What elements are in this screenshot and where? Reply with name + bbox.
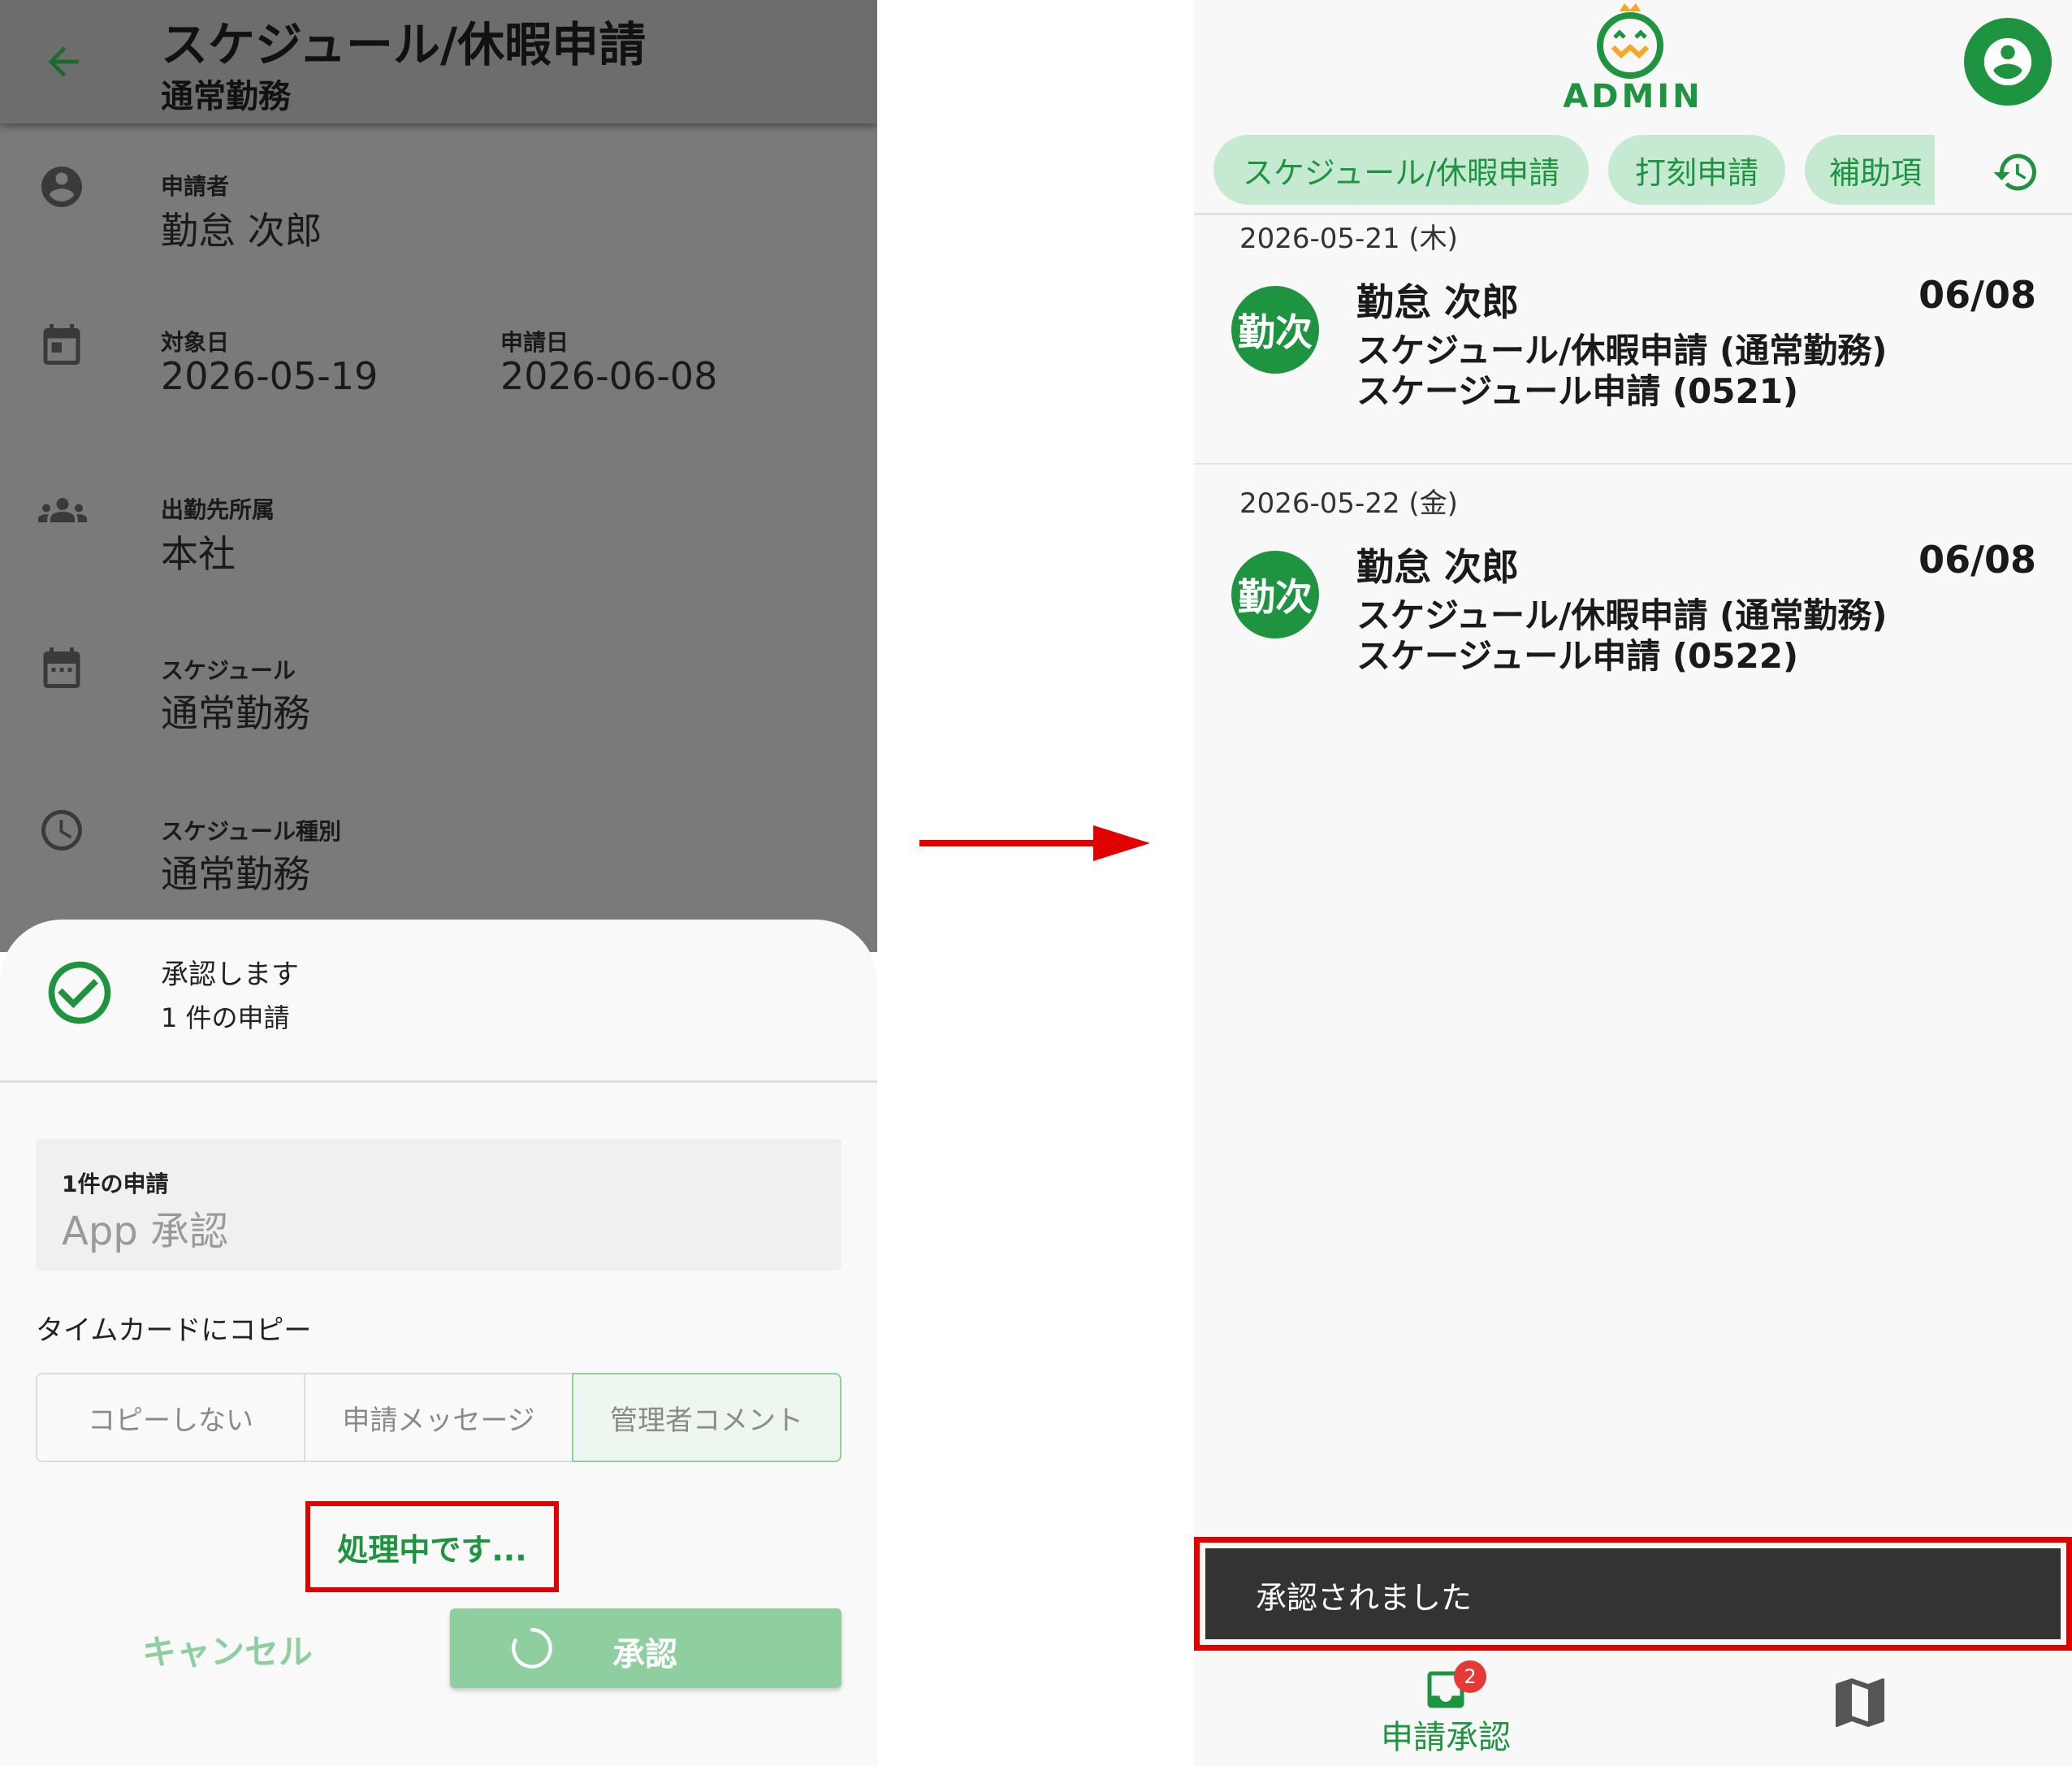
snackbar-message: 承認されました — [1256, 1580, 1473, 1616]
confirm-count: 1 件の申請 — [161, 1002, 290, 1033]
dimmed-details: 申請者 勤怠 次郎 対象日 2026-05-19 申請日 2026-06-08 … — [0, 123, 877, 952]
approval-bottom-sheet: 承認します 1 件の申請 1件の申請 App 承認 タイムカードにコピー コピー… — [0, 920, 877, 1766]
group-date-header: 2026-05-21 (木) — [1239, 223, 1458, 255]
account-icon — [1983, 37, 2032, 86]
target-date-label: 対象日 — [161, 329, 230, 356]
request-date-value: 2026-06-08 — [500, 354, 718, 398]
avatar: 勤次 — [1231, 286, 1319, 374]
account-button[interactable] — [1964, 18, 2052, 106]
group-icon — [38, 498, 87, 522]
item-applicant-name: 勤怠 次郎 — [1356, 545, 1520, 589]
item-request-detail: スケージュール申請 (0522) — [1356, 636, 1799, 676]
page-subtitle: 通常勤務 — [161, 78, 291, 115]
item-date: 06/08 — [1918, 538, 2036, 582]
nav-item-approval[interactable]: 2 申請承認 — [1324, 1657, 1568, 1766]
schedule-type-label: スケジュール種別 — [161, 818, 342, 845]
left-screen: スケジュール/休暇申請 通常勤務 申請者 勤怠 次郎 対象日 2026-05-1… — [0, 0, 877, 1766]
tabs-divider — [1194, 213, 2072, 215]
back-arrow-icon[interactable] — [39, 39, 88, 84]
transition-arrow-icon — [919, 825, 1150, 861]
schedule-type-value: 通常勤務 — [161, 852, 310, 896]
department-value: 本社 — [161, 532, 236, 576]
snackbar: 承認されました — [1205, 1548, 2061, 1639]
app-bar: スケジュール/休暇申請 通常勤務 — [0, 0, 877, 123]
confirm-title: 承認します — [161, 959, 299, 991]
logo-text: ADMIN — [1563, 78, 1703, 115]
schedule-value: 通常勤務 — [161, 691, 310, 735]
calendar-icon — [43, 324, 80, 365]
approve-button[interactable]: 承認 — [450, 1608, 841, 1688]
comment-field-value: App 承認 — [62, 1209, 229, 1254]
tab-auxiliary[interactable]: 補助項 — [1805, 135, 1935, 205]
segment-no-copy[interactable]: コピーしない — [36, 1373, 305, 1462]
clock-icon — [41, 810, 82, 851]
nav-item-approval-label: 申請承認 — [1381, 1719, 1511, 1756]
target-date-value: 2026-05-19 — [161, 354, 378, 398]
check-circle-icon — [48, 961, 111, 1024]
history-icon[interactable] — [1992, 148, 2040, 197]
group-date-header: 2026-05-22 (金) — [1239, 487, 1458, 520]
person-icon — [41, 167, 82, 207]
approve-button-label: 承認 — [612, 1636, 677, 1673]
request-date-label: 申請日 — [500, 329, 569, 356]
divider — [0, 1080, 877, 1083]
tab-schedule-leave[interactable]: スケジュール/休暇申請 — [1213, 135, 1589, 205]
comment-field[interactable]: 1件の申請 App 承認 — [36, 1139, 841, 1270]
item-applicant-name: 勤怠 次郎 — [1356, 280, 1520, 324]
item-date: 06/08 — [1918, 273, 2036, 317]
cancel-button[interactable]: キャンセル — [106, 1608, 349, 1690]
copy-to-timecard-label: タイムカードにコピー — [36, 1314, 312, 1347]
applicant-value: 勤怠 次郎 — [161, 209, 322, 253]
department-label: 出勤先所属 — [161, 496, 275, 523]
applicant-label: 申請者 — [161, 173, 230, 200]
segment-admin-comment[interactable]: 管理者コメント — [572, 1373, 841, 1462]
segment-request-message[interactable]: 申請メッセージ — [304, 1373, 573, 1462]
avatar: 勤次 — [1231, 551, 1319, 638]
divider — [1194, 463, 2072, 465]
calendar-dots-icon — [43, 647, 80, 688]
notification-badge: 2 — [1454, 1660, 1486, 1693]
page-title: スケジュール/休暇申請 — [161, 17, 647, 72]
loading-spinner-icon — [512, 1628, 552, 1669]
right-screen: ADMIN スケジュール/休暇申請 打刻申請 補助項 2026-05-21 (木… — [1194, 0, 2072, 1766]
schedule-label: スケジュール — [161, 657, 296, 684]
comment-field-label: 1件の申請 — [62, 1171, 169, 1197]
snackbar-highlight: 承認されました — [1194, 1537, 2072, 1651]
processing-status: 処理中です... — [305, 1501, 559, 1592]
item-request-detail: スケージュール申請 (0521) — [1356, 371, 1799, 411]
tab-punch-request[interactable]: 打刻申請 — [1608, 135, 1785, 205]
map-icon[interactable] — [1828, 1670, 1892, 1735]
